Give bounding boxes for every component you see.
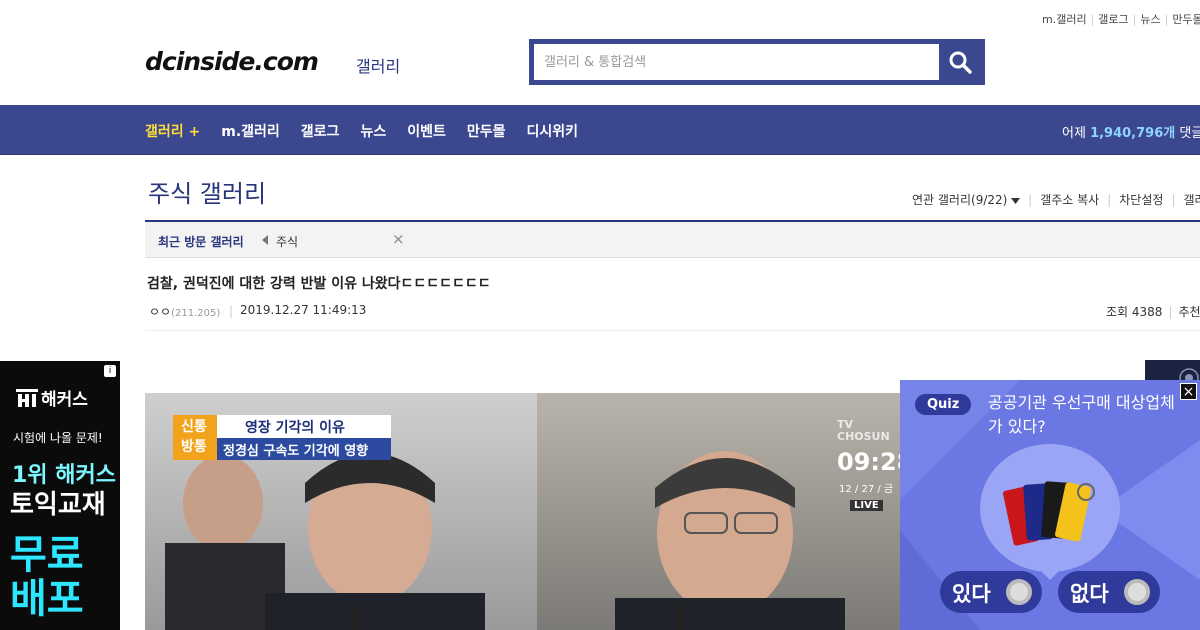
related-gallery-link[interactable]: 연관 갤러리(9/22) — [912, 193, 1021, 207]
dropdown-triangle-icon — [1011, 198, 1021, 204]
radio-icon — [1006, 579, 1032, 605]
nav-item-gallery-plus[interactable]: 갤러리 + — [145, 121, 200, 141]
util-link-gallog[interactable]: 갤로그 — [1098, 13, 1128, 26]
post-recommend: 추천 — [1178, 305, 1200, 319]
search-input[interactable] — [534, 44, 939, 80]
search-icon — [949, 51, 972, 74]
caption-title: 영장 기각의 이유 — [245, 420, 345, 436]
nav-item-news[interactable]: 뉴스 — [360, 121, 386, 141]
post-views: 조회 4388 — [1106, 305, 1163, 319]
nav-item-mandumall[interactable]: 만두몰 — [467, 121, 506, 141]
radio-icon — [1124, 579, 1150, 605]
util-links: m.갤러리 | 갤로그 | 뉴스 | 만두몰 — [1042, 11, 1200, 27]
ad-info-icon[interactable]: i — [104, 365, 116, 377]
broadcast-date: 12 / 27 / 금 — [839, 484, 894, 495]
site-logo[interactable]: dcinside.com — [145, 47, 319, 76]
ad-text-line: 시험에 나올 문제! — [13, 431, 103, 445]
divider: | — [229, 304, 234, 318]
stats-number: 1,940,796개 — [1090, 126, 1176, 141]
caption-subtitle: 정경심 구속도 기각에 영향 — [223, 444, 369, 459]
live-badge: LIVE — [850, 500, 883, 511]
tv-logo: TV CHOSUN — [837, 418, 890, 443]
quiz-no-button[interactable]: 없다 — [1058, 571, 1160, 613]
article-image: 신통 방통 영장 기각의 이유 정경심 구속도 기각에 영향 TV CHOSUN … — [145, 393, 900, 630]
post-stats: 조회 4388 | 추천 — [1106, 305, 1200, 319]
recent-visit-label: 최근 방문 갤러리 — [158, 235, 244, 249]
post-title: 검찰, 권덕진에 대한 강력 반발 이유 나왔다ㄷㄷㄷㄷㄷㄷㄷ — [147, 276, 491, 292]
post-author[interactable]: ㅇㅇ(211.205) — [149, 303, 220, 320]
broadcast-clock: 09:28 — [837, 448, 900, 476]
quiz-question: 공공기관 우선구매 대상업체 가 있다? — [988, 393, 1175, 436]
quiz-badge: Quiz — [915, 394, 972, 415]
caption-badge: 신통 방통 — [181, 419, 207, 455]
site-logo-sub[interactable]: 갤러리 — [356, 53, 400, 77]
nav-item-wiki[interactable]: 디시위키 — [526, 121, 578, 141]
author-ip: (211.205) — [171, 308, 221, 319]
recent-visit-item[interactable]: 주식 — [276, 233, 298, 250]
nav-item-mgallery[interactable]: m.갤러리 — [221, 121, 280, 141]
prev-arrow-icon[interactable] — [262, 235, 268, 245]
util-link-mandumall[interactable]: 만두몰 — [1172, 13, 1200, 26]
gallery-links: 연관 갤러리(9/22) |갤주소 복사|차단설정|갤러리 — [912, 191, 1200, 208]
hackers-logo-icon — [16, 389, 38, 407]
ad-free-text: 무료 배포 — [10, 532, 84, 622]
ad-brand: 해커스 — [16, 385, 88, 410]
search-box — [529, 39, 985, 85]
util-link-news[interactable]: 뉴스 — [1140, 13, 1160, 26]
nav-item-gallog[interactable]: 갤로그 — [301, 121, 340, 141]
search-button[interactable] — [939, 44, 980, 80]
ad-text-line: 토익교재 — [10, 490, 106, 520]
nav-item-event[interactable]: 이벤트 — [407, 121, 446, 141]
gallery-title[interactable]: 주식 갤러리 — [148, 174, 266, 209]
quiz-popup-ad[interactable]: Quiz 공공기관 우선구매 대상업체 가 있다? 있다 없다 — [900, 380, 1200, 630]
post-date: 2019.12.27 11:49:13 — [240, 303, 367, 317]
left-banner-ad[interactable]: i 해커스 시험에 나올 문제! 1위 해커스 토익교재 무료 배포 — [0, 361, 120, 630]
stats-prefix: 어제 — [1062, 126, 1086, 141]
copy-address-link[interactable]: 갤주소 복사 — [1040, 193, 1099, 207]
quiz-yes-button[interactable]: 있다 — [940, 571, 1042, 613]
main-nav: 갤러리 + m.갤러리 갤로그 뉴스 이벤트 만두몰 디시위키 어제 1,940… — [0, 105, 1200, 155]
util-link-mgallery[interactable]: m.갤러리 — [1042, 13, 1087, 26]
divider — [145, 330, 1200, 331]
recent-visit-bar: 최근 방문 갤러리 주식 × — [145, 220, 1200, 258]
stats-suffix: 댓글 — [1179, 126, 1200, 141]
gallery-info-link[interactable]: 갤러리 — [1183, 193, 1200, 207]
block-settings-link[interactable]: 차단설정 — [1119, 193, 1163, 207]
close-icon[interactable]: × — [392, 230, 405, 248]
nav-stats: 어제 1,940,796개 댓글 — [1062, 122, 1200, 141]
author-nick[interactable]: ㅇㅇ — [149, 305, 171, 319]
close-icon[interactable]: × — [1180, 383, 1197, 400]
